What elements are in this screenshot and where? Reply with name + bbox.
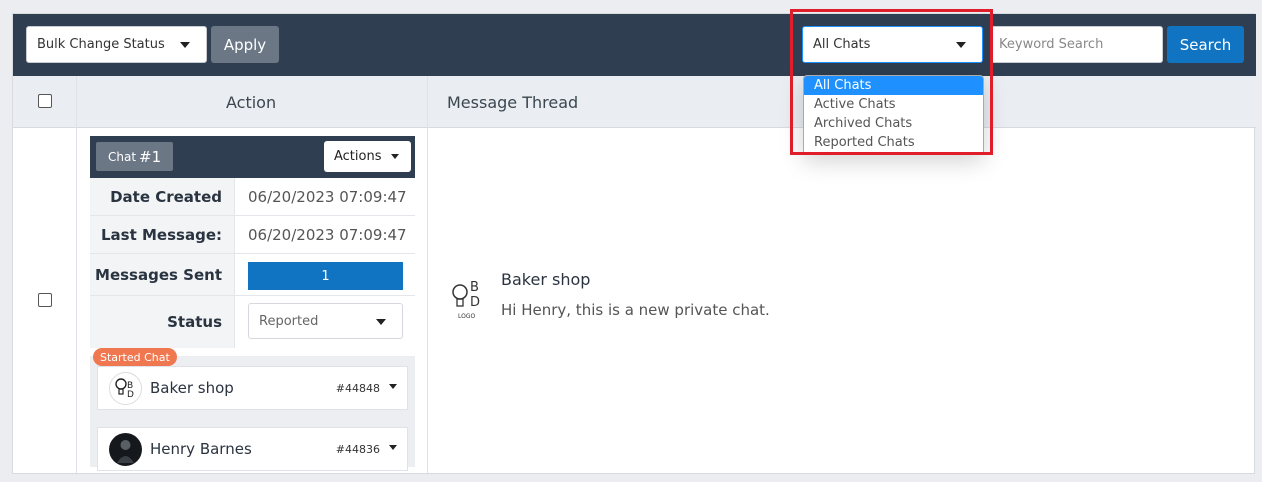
column-header-action: Action xyxy=(226,92,277,112)
actions-label: Actions xyxy=(334,149,382,164)
chevron-down-icon xyxy=(391,154,399,159)
thread-sender-name: Baker shop xyxy=(501,270,591,289)
svg-text:D: D xyxy=(470,295,480,310)
chat-number: #1 xyxy=(139,147,162,166)
chevron-down-icon xyxy=(376,319,386,325)
chevron-down-icon[interactable] xyxy=(389,445,397,450)
bulk-status-label: Bulk Change Status xyxy=(37,37,165,52)
started-chat-badge: Started Chat xyxy=(93,348,177,366)
last-message-label: Last Message: xyxy=(90,216,235,253)
participant-id: #44836 xyxy=(335,442,380,456)
highlight-annotation-box xyxy=(790,9,993,155)
thread-message-text: Hi Henry, this is a new private chat. xyxy=(501,301,770,319)
messages-sent-count: 1 xyxy=(248,262,403,290)
apply-button[interactable]: Apply xyxy=(211,26,279,63)
table-header xyxy=(13,76,1256,128)
chevron-down-icon xyxy=(180,42,190,48)
toolbar: Bulk Change Status Apply All Chats Keywo… xyxy=(13,14,1256,76)
keyword-search-input[interactable]: Keyword Search xyxy=(990,26,1163,63)
status-row: Status Reported xyxy=(90,296,415,348)
date-created-label: Date Created xyxy=(90,178,235,215)
status-label: Status xyxy=(90,296,235,348)
chat-label: Chat xyxy=(108,149,137,164)
last-message-row: Last Message: 06/20/2023 07:09:47 xyxy=(90,216,415,254)
chat-management-panel: Bulk Change Status Apply All Chats Keywo… xyxy=(12,9,1256,475)
participant-name: Henry Barnes xyxy=(150,440,252,458)
bd-logo-icon: B D LOGO xyxy=(450,279,486,325)
search-button[interactable]: Search xyxy=(1167,26,1244,63)
bulk-status-select[interactable]: Bulk Change Status xyxy=(26,26,207,63)
date-created-row: Date Created 06/20/2023 07:09:47 xyxy=(90,178,415,216)
select-all-checkbox[interactable] xyxy=(38,94,52,108)
participant-id: #44848 xyxy=(335,381,380,395)
column-divider xyxy=(76,76,77,475)
person-avatar-icon xyxy=(109,433,142,466)
messages-sent-row: Messages Sent 1 xyxy=(90,254,415,296)
participants-section: Started Chat B D Baker shop #44848 Henry… xyxy=(90,348,415,471)
messages-sent-label: Messages Sent xyxy=(90,254,235,295)
status-value: Reported xyxy=(259,313,319,329)
chevron-down-icon[interactable] xyxy=(389,384,397,389)
column-header-message-thread: Message Thread xyxy=(447,92,579,112)
participant-card[interactable]: Henry Barnes #44836 xyxy=(97,427,408,471)
row-select-checkbox[interactable] xyxy=(38,293,52,307)
actions-dropdown-button[interactable]: Actions xyxy=(324,141,411,172)
date-created-value: 06/20/2023 07:09:47 xyxy=(248,187,407,206)
chat-number-badge: Chat #1 xyxy=(96,142,174,171)
bd-logo-icon: B D xyxy=(109,372,142,405)
participant-name: Baker shop xyxy=(150,379,234,397)
chat-card-header: Chat #1 Actions xyxy=(90,136,415,178)
last-message-value: 06/20/2023 07:09:47 xyxy=(248,225,407,244)
chat-card: Chat #1 Actions Date Created 06/20/2023 … xyxy=(90,136,415,471)
column-divider xyxy=(427,76,428,475)
svg-text:B: B xyxy=(470,280,479,295)
svg-text:D: D xyxy=(127,390,134,400)
status-select[interactable]: Reported xyxy=(248,303,403,339)
logo-caption: LOGO xyxy=(458,313,476,320)
participant-card[interactable]: B D Baker shop #44848 xyxy=(97,366,408,410)
